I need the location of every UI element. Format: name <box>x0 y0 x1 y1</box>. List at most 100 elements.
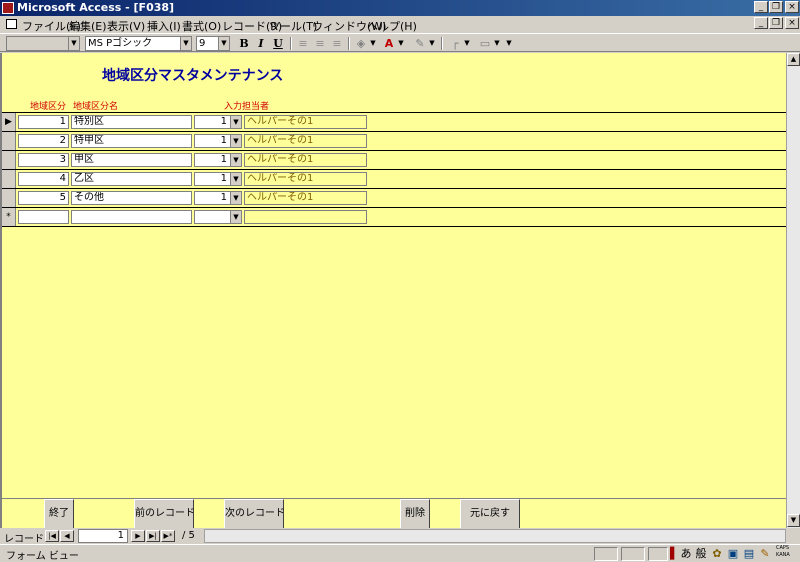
restore-button[interactable]: ❐ <box>769 1 783 13</box>
next-record-button[interactable]: 次のレコード <box>224 499 285 529</box>
menu-insert[interactable]: 挿入(I) <box>147 18 181 34</box>
access-app-icon[interactable] <box>2 2 14 14</box>
region-name-field[interactable]: 特別区 <box>71 115 192 129</box>
chevron-down-icon[interactable]: ▼ <box>230 211 241 223</box>
menu-help[interactable]: ヘルプ(H) <box>367 18 417 34</box>
region-name-field[interactable]: 甲区 <box>71 153 192 167</box>
staff-combo[interactable]: 1 ▼ <box>194 115 242 129</box>
staff-name-field: ヘルパーその1 <box>244 134 367 148</box>
record-navigation: レコード: |◀ ◀ 1 ▶ ▶| ▶* / 5 <box>0 528 800 545</box>
record-row[interactable]: 5 その他 1 ▼ ヘルパーその1 <box>2 188 788 207</box>
record-selector-current[interactable]: ▶ <box>2 113 16 131</box>
region-name-field[interactable]: 乙区 <box>71 172 192 186</box>
ime-kanji-icon[interactable]: 般 <box>694 547 708 561</box>
new-record-icon[interactable]: ▶* <box>161 530 175 542</box>
title-bar: Microsoft Access - [F038] _ ❐ × <box>0 0 800 16</box>
chevron-down-icon[interactable]: ▼ <box>397 36 405 51</box>
doc-minimize-button[interactable]: _ <box>754 17 768 29</box>
record-selector-new[interactable]: * <box>2 208 16 226</box>
align-center-icon[interactable]: ≡ <box>312 36 328 51</box>
exit-button[interactable]: 終了 <box>44 499 74 529</box>
status-panel <box>621 547 645 561</box>
align-right-icon[interactable]: ≡ <box>329 36 345 51</box>
chevron-down-icon[interactable]: ▼ <box>369 36 377 51</box>
toolbar-separator <box>290 37 292 50</box>
chevron-down-icon[interactable]: ▼ <box>493 36 501 51</box>
font-color-icon[interactable]: A <box>381 36 397 51</box>
last-record-icon[interactable]: ▶| <box>146 530 160 542</box>
region-name-field-new[interactable] <box>71 210 192 224</box>
prev-record-button[interactable]: 前のレコード <box>134 499 195 529</box>
menu-view[interactable]: 表示(V) <box>107 18 145 34</box>
record-selector[interactable] <box>2 132 16 150</box>
region-code-field-new[interactable] <box>18 210 69 224</box>
staff-combo[interactable]: 1 ▼ <box>194 134 242 148</box>
undo-button[interactable]: 元に戻す <box>460 499 520 529</box>
record-selector[interactable] <box>2 151 16 169</box>
record-row[interactable]: ▶ 1 特別区 1 ▼ ヘルパーその1 <box>2 112 788 131</box>
italic-button[interactable]: I <box>253 36 269 51</box>
horizontal-scrollbar[interactable] <box>204 529 786 543</box>
object-combo[interactable]: ▼ <box>6 36 80 51</box>
toolbar-options-icon[interactable]: ▼ <box>505 36 513 51</box>
chevron-down-icon[interactable]: ▼ <box>230 154 241 166</box>
record-row[interactable]: 4 乙区 1 ▼ ヘルパーその1 <box>2 169 788 188</box>
chevron-down-icon[interactable]: ▼ <box>230 135 241 147</box>
ime-mode-icon[interactable]: あ <box>679 547 693 561</box>
close-button[interactable]: × <box>785 1 799 13</box>
doc-restore-button[interactable]: ❐ <box>769 17 783 29</box>
staff-combo[interactable]: 1 ▼ <box>194 191 242 205</box>
region-code-field[interactable]: 5 <box>18 191 69 205</box>
record-row[interactable]: 2 特甲区 1 ▼ ヘルパーその1 <box>2 131 788 150</box>
region-code-field[interactable]: 1 <box>18 115 69 129</box>
previous-record-icon[interactable]: ◀ <box>60 530 74 542</box>
record-selector[interactable] <box>2 170 16 188</box>
region-name-field[interactable]: その他 <box>71 191 192 205</box>
staff-combo[interactable]: 1 ▼ <box>194 153 242 167</box>
font-combo[interactable]: MS Pゴシック ▼ <box>85 36 192 51</box>
bold-button[interactable]: B <box>236 36 252 51</box>
vertical-scrollbar[interactable]: ▲ ▼ <box>786 53 800 528</box>
ime-pad-icon[interactable]: ▣ <box>726 547 740 561</box>
chevron-down-icon[interactable]: ▼ <box>428 36 436 51</box>
scroll-up-icon[interactable]: ▲ <box>787 53 800 66</box>
ime-help-icon[interactable]: ✎ <box>758 547 772 561</box>
next-record-icon[interactable]: ▶ <box>131 530 145 542</box>
underline-button[interactable]: U <box>270 36 286 51</box>
staff-combo[interactable]: 1 ▼ <box>194 172 242 186</box>
region-name-field[interactable]: 特甲区 <box>71 134 192 148</box>
font-size-combo[interactable]: 9 ▼ <box>196 36 230 51</box>
region-code-field[interactable]: 2 <box>18 134 69 148</box>
region-code-field[interactable]: 4 <box>18 172 69 186</box>
region-code-field[interactable]: 3 <box>18 153 69 167</box>
ime-bar-icon[interactable]: ▌ <box>670 547 678 561</box>
ime-dictionary-icon[interactable]: ▤ <box>742 547 756 561</box>
menu-edit[interactable]: 編集(E) <box>69 18 107 34</box>
special-effect-icon[interactable]: ▭ <box>477 36 493 51</box>
chevron-down-icon[interactable]: ▼ <box>463 36 471 51</box>
delete-button[interactable]: 削除 <box>400 499 430 529</box>
form-detail: 地域区分マスタメンテナンス 地域区分 地域区分名 入力担当者 ▶ 1 特別区 1… <box>0 53 788 498</box>
record-selector[interactable] <box>2 189 16 207</box>
fill-color-icon[interactable]: ◈ <box>353 36 369 51</box>
menu-tools[interactable]: ツール(T) <box>269 18 317 34</box>
minimize-button[interactable]: _ <box>754 1 768 13</box>
status-bar: フォーム ビュー ▌ あ 般 ✿ ▣ ▤ ✎ CAPS KANA <box>0 544 800 562</box>
record-row[interactable]: 3 甲区 1 ▼ ヘルパーその1 <box>2 150 788 169</box>
record-number-input[interactable]: 1 <box>78 529 128 543</box>
toolbar-separator <box>348 37 350 50</box>
new-record-row[interactable]: * ▼ <box>2 207 788 227</box>
menu-format[interactable]: 書式(O) <box>182 18 221 34</box>
chevron-down-icon[interactable]: ▼ <box>230 116 241 128</box>
first-record-icon[interactable]: |◀ <box>45 530 59 542</box>
border-width-icon[interactable]: ┌ <box>447 36 463 51</box>
chevron-down-icon[interactable]: ▼ <box>230 173 241 185</box>
doc-close-button[interactable]: × <box>785 17 799 29</box>
line-color-icon[interactable]: ✎ <box>412 36 428 51</box>
staff-combo-new[interactable]: ▼ <box>194 210 242 224</box>
ime-tool-icon[interactable]: ✿ <box>710 547 724 561</box>
align-left-icon[interactable]: ≡ <box>295 36 311 51</box>
chevron-down-icon[interactable]: ▼ <box>230 192 241 204</box>
form-window-icon[interactable] <box>6 19 17 29</box>
scroll-down-icon[interactable]: ▼ <box>787 514 800 527</box>
